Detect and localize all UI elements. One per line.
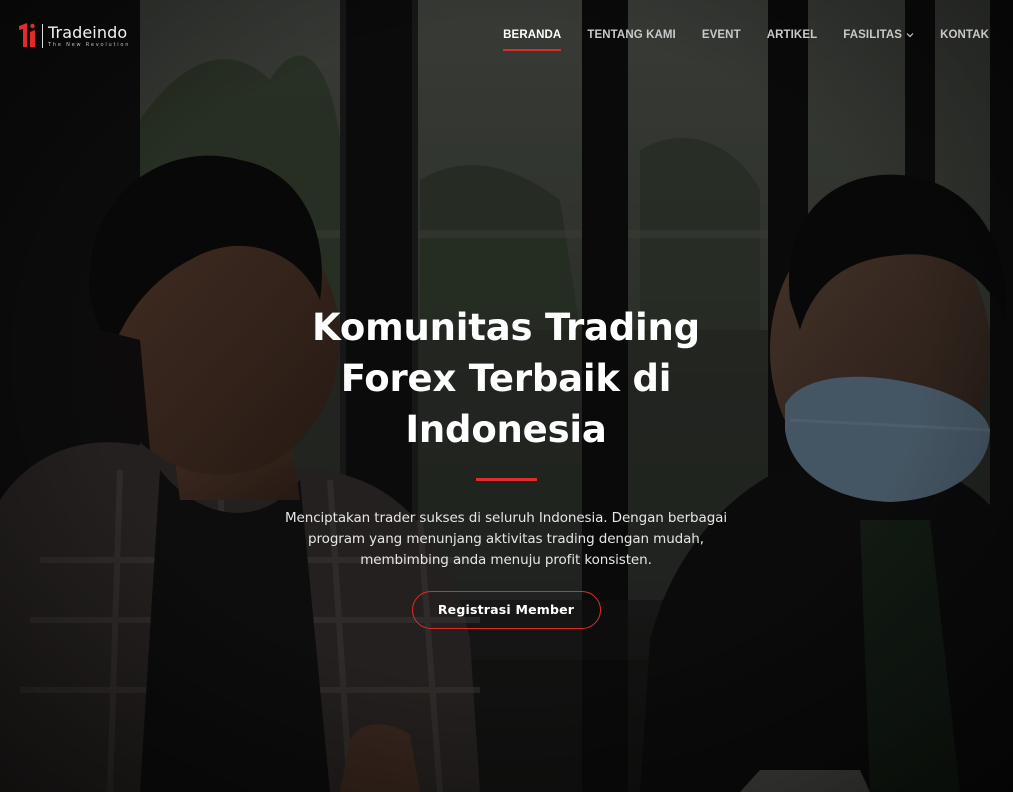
hero-title: Komunitas Trading Forex Terbaik di Indon… <box>206 302 806 455</box>
nav-item-label: ARTIKEL <box>766 29 818 41</box>
brand-text: Tradeindo The New Revolution <box>48 22 130 48</box>
hero-description-line: membimbing anda menuju profit konsisten. <box>360 552 652 568</box>
nav-item-label: BERANDA <box>503 29 562 41</box>
hero-section: Tradeindo The New Revolution BERANDA TEN… <box>0 0 1013 792</box>
nav-item-kontak[interactable]: KONTAK <box>940 29 989 51</box>
nav-item-event[interactable]: EVENT <box>702 29 741 51</box>
nav-item-label: FASILITAS <box>843 29 903 41</box>
tradeindo-logo-icon <box>19 23 35 47</box>
hero-title-line: Forex Terbaik di <box>340 357 672 400</box>
nav-item-beranda[interactable]: BERANDA <box>503 29 562 51</box>
brand-separator <box>42 24 43 48</box>
chevron-down-icon <box>906 33 914 38</box>
hero-description: Menciptakan trader sukses di seluruh Ind… <box>271 508 741 571</box>
hero-title-line: Indonesia <box>405 408 607 451</box>
nav-item-label: TENTANG KAMI <box>587 29 676 41</box>
nav-item-label: KONTAK <box>940 29 989 41</box>
hero-title-line: Komunitas Trading <box>312 306 700 349</box>
nav-item-tentang-kami[interactable]: TENTANG KAMI <box>587 29 676 51</box>
brand-logo-link[interactable]: Tradeindo The New Revolution <box>18 22 130 52</box>
nav-item-label: EVENT <box>701 29 741 41</box>
title-divider <box>475 478 537 481</box>
brand-name: Tradeindo <box>48 23 128 42</box>
hero-description-line: program yang menunjang aktivitas trading… <box>308 531 704 547</box>
brand-tagline: The New Revolution <box>48 42 131 48</box>
nav-item-fasilitas[interactable]: FASILITAS <box>843 29 914 51</box>
nav-item-artikel[interactable]: ARTIKEL <box>767 29 818 51</box>
hero-content: Komunitas Trading Forex Terbaik di Indon… <box>206 302 806 629</box>
registrasi-member-button[interactable]: Registrasi Member <box>411 591 601 629</box>
nav-menu: BERANDA TENTANG KAMI EVENT ARTIKEL FASIL… <box>477 29 1013 51</box>
hero-description-line: Menciptakan trader sukses di seluruh Ind… <box>284 510 727 526</box>
main-navbar: Tradeindo The New Revolution BERANDA TEN… <box>0 0 1013 72</box>
